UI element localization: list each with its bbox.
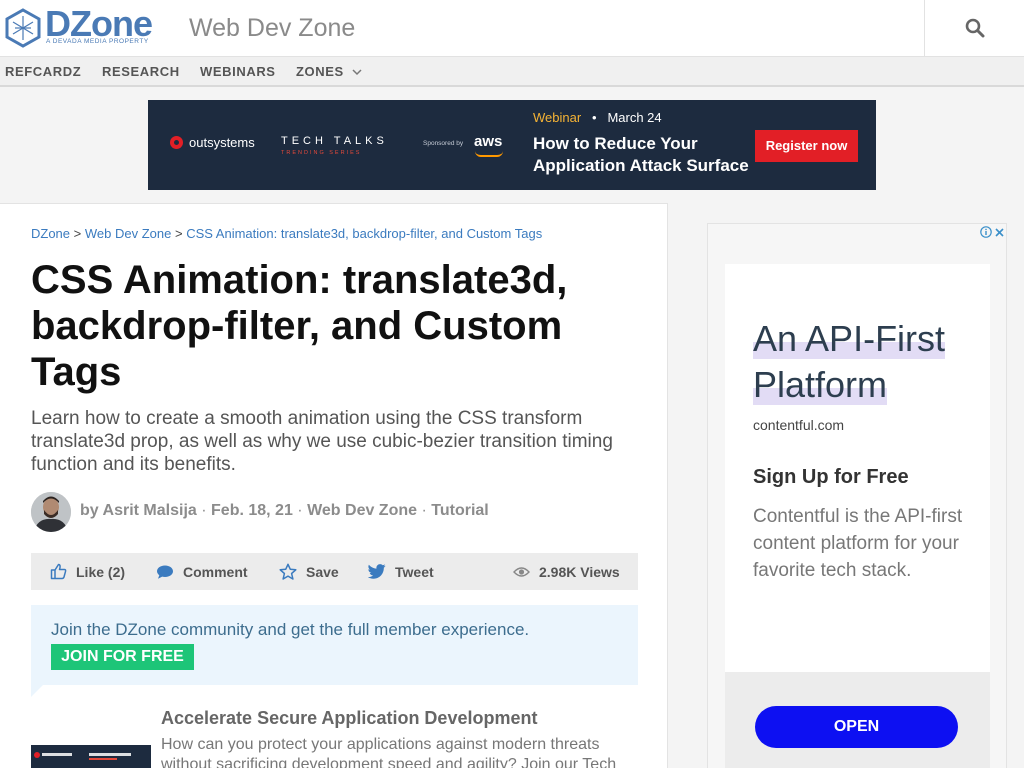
contentful-ad[interactable]: An API-First Platform contentful.com Sig… bbox=[725, 264, 990, 768]
related-article-text: How can you protect your applications ag… bbox=[161, 736, 617, 768]
article-action-bar: Like (2) Comment Save Tweet 2.98K Views bbox=[31, 553, 638, 590]
webinar-date: March 24 bbox=[607, 110, 662, 125]
webinar-date-line: Webinar • March 24 bbox=[533, 110, 662, 125]
view-count-label: 2.98K Views bbox=[539, 563, 620, 580]
ad-domain: contentful.com bbox=[753, 417, 845, 433]
ad-subhead: Sign Up for Free bbox=[753, 466, 909, 488]
breadcrumb-web-dev-zone[interactable]: Web Dev Zone bbox=[85, 226, 171, 241]
breadcrumb-current-article[interactable]: CSS Animation: translate3d, backdrop-fil… bbox=[186, 226, 542, 241]
author-avatar[interactable] bbox=[31, 492, 71, 532]
meta-separator: · bbox=[201, 502, 207, 519]
ad-headline: An API-First Platform bbox=[753, 316, 983, 408]
sidebar-ad: An API-First Platform contentful.com Sig… bbox=[707, 223, 1007, 768]
trending-series-label: TRENDING SERIES bbox=[281, 150, 362, 156]
article-type-link[interactable]: Tutorial bbox=[431, 502, 488, 519]
nav-item-research[interactable]: RESEARCH bbox=[102, 64, 180, 79]
bullet-separator: • bbox=[584, 110, 604, 125]
search-icon bbox=[965, 18, 984, 38]
author-row: by Asrit Malsija · Feb. 18, 21 · Web Dev… bbox=[31, 492, 651, 532]
comment-label: Comment bbox=[183, 563, 248, 580]
join-for-free-button[interactable]: JOIN FOR FREE bbox=[51, 644, 194, 670]
ad-body: Contentful is the API-first content plat… bbox=[753, 506, 963, 581]
webinar-banner[interactable]: outsystems TECH TALKS TRENDING SERIES Sp… bbox=[148, 100, 876, 190]
nav-item-webinars[interactable]: WEBINARS bbox=[200, 64, 276, 79]
tweet-label: Tweet bbox=[395, 563, 434, 580]
eye-icon bbox=[513, 566, 530, 577]
comment-button[interactable]: Comment bbox=[156, 553, 248, 590]
save-button[interactable]: Save bbox=[279, 553, 339, 590]
site-header: DZone A DEVADA MEDIA PROPERTY Web Dev Zo… bbox=[0, 0, 1024, 56]
thumbs-up-icon bbox=[50, 563, 67, 580]
author-name[interactable]: by Asrit Malsija bbox=[80, 502, 197, 519]
breadcrumb-separator: > bbox=[73, 226, 82, 241]
aws-smile-icon bbox=[475, 151, 503, 157]
info-icon bbox=[980, 226, 992, 238]
open-button[interactable]: OPEN bbox=[755, 706, 958, 748]
breadcrumb-dzone[interactable]: DZone bbox=[31, 226, 70, 241]
join-community-box: Join the DZone community and get the ful… bbox=[31, 605, 638, 685]
close-icon bbox=[995, 227, 1004, 237]
search-button[interactable] bbox=[924, 0, 1024, 56]
article-description: Learn how to create a smooth animation u… bbox=[31, 408, 613, 475]
outsystems-icon bbox=[170, 136, 183, 149]
join-box-notch bbox=[31, 685, 43, 697]
related-thumbnail[interactable] bbox=[31, 745, 151, 768]
save-label: Save bbox=[306, 563, 339, 580]
like-button[interactable]: Like (2) bbox=[50, 553, 125, 590]
article-title: CSS Animation: translate3d, backdrop-fil… bbox=[31, 258, 568, 394]
logo-tagline: A DEVADA MEDIA PROPERTY bbox=[46, 38, 149, 45]
twitter-icon bbox=[368, 564, 386, 579]
breadcrumb-separator: > bbox=[174, 226, 183, 241]
dzone-hexagon-icon bbox=[5, 8, 41, 48]
chevron-down-icon bbox=[352, 69, 362, 76]
related-article-title[interactable]: Accelerate Secure Application Developmen… bbox=[161, 708, 537, 729]
article-zone-link[interactable]: Web Dev Zone bbox=[307, 502, 417, 519]
tech-talks-label: TECH TALKS bbox=[281, 135, 388, 147]
zone-title[interactable]: Web Dev Zone bbox=[189, 14, 355, 43]
banner-headline: How to Reduce Your Application Attack Su… bbox=[533, 134, 749, 175]
view-count: 2.98K Views bbox=[513, 553, 620, 590]
ad-choices[interactable] bbox=[976, 224, 1008, 240]
ad-headline-line-2: Platform bbox=[753, 364, 888, 405]
outsystems-logo: outsystems bbox=[170, 135, 255, 150]
register-now-button[interactable]: Register now bbox=[755, 130, 858, 162]
ad-headline-line-1: An API-First bbox=[753, 318, 946, 359]
article-card: DZone > Web Dev Zone > CSS Animation: tr… bbox=[0, 203, 668, 768]
nav-item-zones[interactable]: ZONES bbox=[296, 64, 362, 79]
aws-logo: aws bbox=[474, 133, 503, 150]
webinar-label: Webinar bbox=[533, 110, 582, 125]
nav-item-zones-label: ZONES bbox=[296, 64, 344, 79]
join-community-text: Join the DZone community and get the ful… bbox=[51, 620, 530, 639]
tweet-button[interactable]: Tweet bbox=[368, 553, 434, 590]
article-meta: by Asrit Malsija · Feb. 18, 21 · Web Dev… bbox=[80, 502, 489, 520]
sponsored-by-label: Sponsored by bbox=[423, 140, 464, 147]
nav-item-refcardz[interactable]: REFCARDZ bbox=[5, 64, 81, 79]
star-icon bbox=[279, 563, 297, 580]
comment-icon bbox=[157, 565, 173, 579]
meta-separator: · bbox=[297, 502, 303, 519]
breadcrumb: DZone > Web Dev Zone > CSS Animation: tr… bbox=[31, 226, 542, 241]
outsystems-label: outsystems bbox=[189, 135, 255, 150]
main-nav: REFCARDZ RESEARCH WEBINARS ZONES bbox=[0, 56, 1024, 87]
like-label: Like (2) bbox=[76, 563, 126, 580]
publish-date: Feb. 18, 21 bbox=[211, 502, 293, 519]
related-thumbnail-image bbox=[34, 752, 131, 760]
avatar-image bbox=[31, 492, 71, 532]
dzone-logo[interactable]: DZone A DEVADA MEDIA PROPERTY bbox=[5, 4, 165, 49]
meta-separator: · bbox=[421, 502, 427, 519]
